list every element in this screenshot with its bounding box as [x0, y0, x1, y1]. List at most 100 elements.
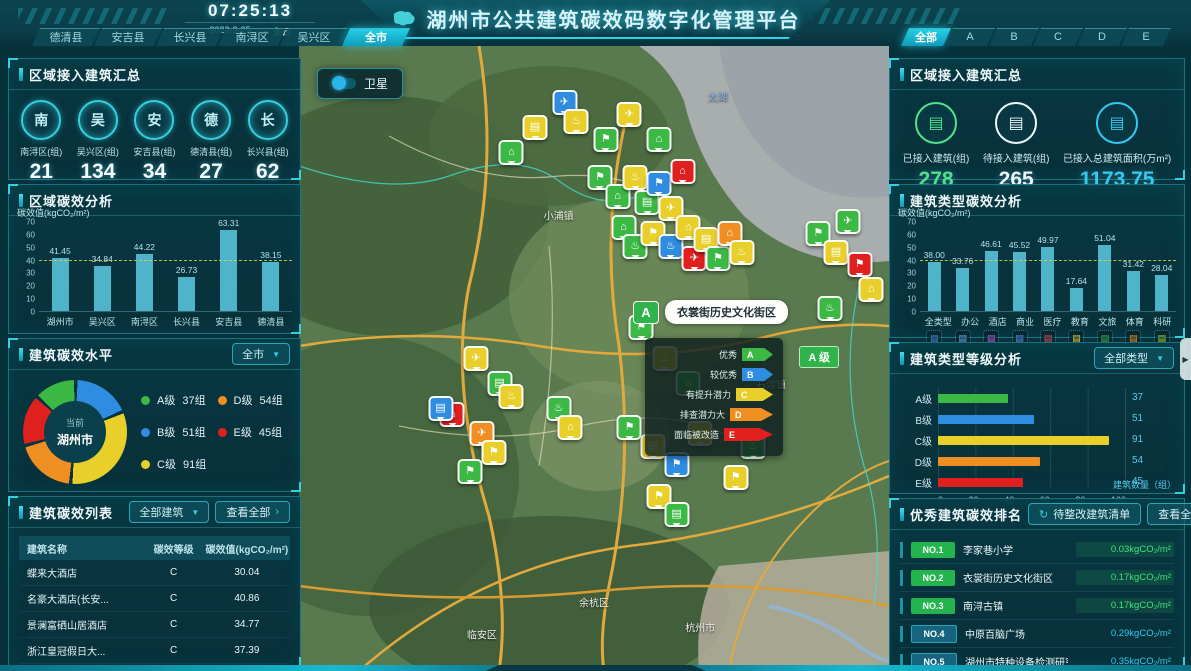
- chevron-down-icon: ▼: [1156, 354, 1164, 363]
- region-label: 长兴县(组): [241, 145, 295, 158]
- grade-tab[interactable]: C: [1037, 28, 1079, 46]
- region-tab-label: 德清县: [50, 29, 83, 45]
- ranking-row[interactable]: NO.4中原百脑广场0.29kgCO₂/m²: [900, 620, 1174, 648]
- table-row[interactable]: 蝶来大酒店C30.04: [19, 560, 290, 586]
- panel-collapse-handle[interactable]: ▶: [1180, 338, 1191, 380]
- footer-decoration: [0, 665, 1191, 671]
- bar: 17.64: [1070, 288, 1083, 311]
- grade-tab[interactable]: A: [949, 28, 991, 46]
- grade-tab[interactable]: 全部: [905, 28, 947, 46]
- panel-carbon-list: 建筑碳效列表 全部建筑 ▼ 查看全部 › 建筑名称碳效等级碳效值(kgCO₂/m…: [8, 496, 301, 667]
- access-label: 待接入建筑(组): [983, 150, 1050, 165]
- city-scope-dropdown[interactable]: 全市 ▼: [232, 343, 290, 365]
- x-axis-tick: 体育: [1126, 315, 1144, 328]
- legend-label: 较优秀: [710, 368, 737, 381]
- rectify-label: 待整改建筑清单: [1053, 506, 1130, 522]
- legend-label: 有提升潜力: [686, 388, 731, 401]
- x-axis-tick: 酒店: [989, 315, 1007, 328]
- bar: 51.04: [1098, 245, 1111, 311]
- region-badge-icon: 安: [134, 100, 174, 140]
- table-row[interactable]: 景澜富硒山居酒店C34.77: [19, 612, 290, 638]
- region-tab[interactable]: 南浔区: [222, 28, 282, 46]
- bar: 44.22: [136, 254, 153, 311]
- bar-value-label: 49.97: [1037, 235, 1058, 245]
- grade-tab-label: C: [1054, 31, 1062, 43]
- bar-track: 54: [938, 457, 1126, 466]
- type-filter-dropdown[interactable]: 全部类型 ▼: [1094, 347, 1174, 369]
- dashboard: ▤✈⌂♨⚑✈⌂⚑⌂♨▤⚑✈⌂⌂♨⚑♨⌂✈▤⚑⌂♨⚑▤✈⚑⌂♨⚑♨⌂⚑▤⚑⌂⚑♨✈…: [0, 0, 1191, 671]
- grade-bar-row: D级54: [902, 451, 1170, 472]
- map-tooltip[interactable]: A 衣裳街历史文化街区: [633, 300, 788, 324]
- legend-row: 优秀AA 级: [655, 348, 773, 361]
- bar-value-label: 41.45: [49, 246, 70, 256]
- access-summary-item: ▤待接入建筑(组)265: [983, 102, 1050, 192]
- y-axis-tick: 70: [907, 218, 916, 227]
- x-axis-tick: 湖州市: [47, 315, 74, 328]
- view-all-button[interactable]: 查看全部 ›: [1147, 503, 1191, 525]
- grade-tab[interactable]: D: [1081, 28, 1123, 46]
- ranking-row[interactable]: NO.1李家巷小学0.03kgCO₂/m²: [900, 536, 1174, 564]
- ranking-row[interactable]: NO.3南浔古镇0.17kgCO₂/m²: [900, 592, 1174, 620]
- region-carbon-bar-chart: 碳效值(kgCO₂/m²)01020304050607041.4534.8444…: [39, 222, 292, 328]
- panel-type-grade-analysis: 建筑类型等级分析 全部类型 ▼ A级37B级51C级91D级54E级450204…: [889, 342, 1185, 494]
- donut-legend-item: E级45组: [218, 424, 295, 440]
- x-axis-tick: 全类型: [925, 315, 952, 328]
- toggle-switch-icon[interactable]: [332, 78, 356, 89]
- view-all-button[interactable]: 查看全部 ›: [215, 501, 290, 523]
- region-tab[interactable]: 长兴县: [160, 28, 220, 46]
- satellite-toggle[interactable]: 卫星: [317, 68, 403, 99]
- region-badge-icon: 德: [191, 100, 231, 140]
- rank-badge: NO.2: [911, 570, 955, 586]
- region-tab-label: 安吉县: [112, 29, 145, 45]
- y-axis-tick: 50: [907, 243, 916, 252]
- table-row[interactable]: 浙江皇冠假日大...C37.39: [19, 638, 290, 664]
- dropdown-value: 全市: [242, 346, 264, 362]
- bar-value-label: 91: [1132, 434, 1143, 445]
- grade-tab[interactable]: B: [993, 28, 1035, 46]
- x-axis-label: 建筑数量（组）: [1113, 478, 1176, 491]
- bar: 38.15: [262, 262, 279, 311]
- table-cell: C: [143, 645, 203, 656]
- grade-tab[interactable]: E: [1125, 28, 1167, 46]
- ranking-row[interactable]: NO.2衣裳街历史文化街区0.17kgCO₂/m²: [900, 564, 1174, 592]
- y-axis-tick: 70: [26, 218, 35, 227]
- y-axis-tick: 20: [907, 282, 916, 291]
- chevron-down-icon: ▼: [191, 508, 199, 517]
- grade-tab-label: E: [1142, 31, 1149, 43]
- table-header-cell: 碳效值(kgCO₂/m²): [204, 541, 290, 556]
- region-summary-item: 南南浔区(组)21: [14, 100, 68, 184]
- reference-line: [920, 260, 1176, 261]
- region-tab-label: 南浔区: [236, 29, 269, 45]
- building-filter-dropdown[interactable]: 全部建筑 ▼: [129, 501, 209, 523]
- y-axis-tick: 60: [907, 230, 916, 239]
- region-summary-item: 长长兴县(组)62: [241, 100, 295, 184]
- type-carbon-bar-chart: 碳效值(kgCO₂/m²)01020304050607038.0033.7646…: [920, 222, 1176, 345]
- legend-dot-icon: [218, 428, 227, 437]
- access-label: 已接入总建筑面积(万m²): [1063, 150, 1171, 165]
- region-tab[interactable]: 吴兴区: [284, 28, 344, 46]
- map-canvas[interactable]: ▤✈⌂♨⚑✈⌂⚑⌂♨▤⚑✈⌂⌂♨⚑♨⌂✈▤⚑⌂♨⚑▤✈⚑⌂♨⚑♨⌂⚑▤⚑⌂⚑♨✈…: [299, 46, 889, 671]
- region-tab[interactable]: 德清县: [36, 28, 96, 46]
- y-axis-tick: 40: [907, 256, 916, 265]
- table-row[interactable]: 名豪大酒店(长安...C40.86: [19, 586, 290, 612]
- table-cell: C: [143, 619, 203, 630]
- bar-value-label: 51.04: [1094, 233, 1115, 243]
- x-axis-tick: 科研: [1153, 315, 1171, 328]
- legend-count: 45组: [259, 424, 282, 440]
- bar: 91: [938, 436, 1109, 445]
- region-tab[interactable]: 全市: [346, 28, 406, 46]
- bar: 45: [938, 478, 1023, 487]
- access-summary-item: ▤已接入总建筑面积(万m²)1173.75: [1063, 102, 1171, 192]
- legend-dot-icon: [218, 396, 227, 405]
- region-count: 134: [71, 160, 125, 184]
- page-title: 湖州市公共建筑碳效码数字化管理平台: [427, 4, 801, 33]
- region-tab[interactable]: 安吉县: [98, 28, 158, 46]
- panel-title: 区域接入建筑汇总: [19, 65, 290, 84]
- panel-region-carbon-analysis: 区域碳效分析 碳效值(kgCO₂/m²)01020304050607041.45…: [8, 184, 301, 334]
- grade-horizontal-bar-chart: A级37B级51C级91D级54E级45020406080100建筑数量（组）: [902, 388, 1170, 505]
- bar-value-label: 46.61: [980, 239, 1001, 249]
- legend-row: 较优秀B: [655, 368, 773, 381]
- y-axis-tick: 20: [26, 282, 35, 291]
- rectify-list-button[interactable]: ↻ 待整改建筑清单: [1028, 503, 1141, 525]
- region-tabs: 德清县 安吉县长兴县南浔区吴兴区全市: [36, 28, 406, 46]
